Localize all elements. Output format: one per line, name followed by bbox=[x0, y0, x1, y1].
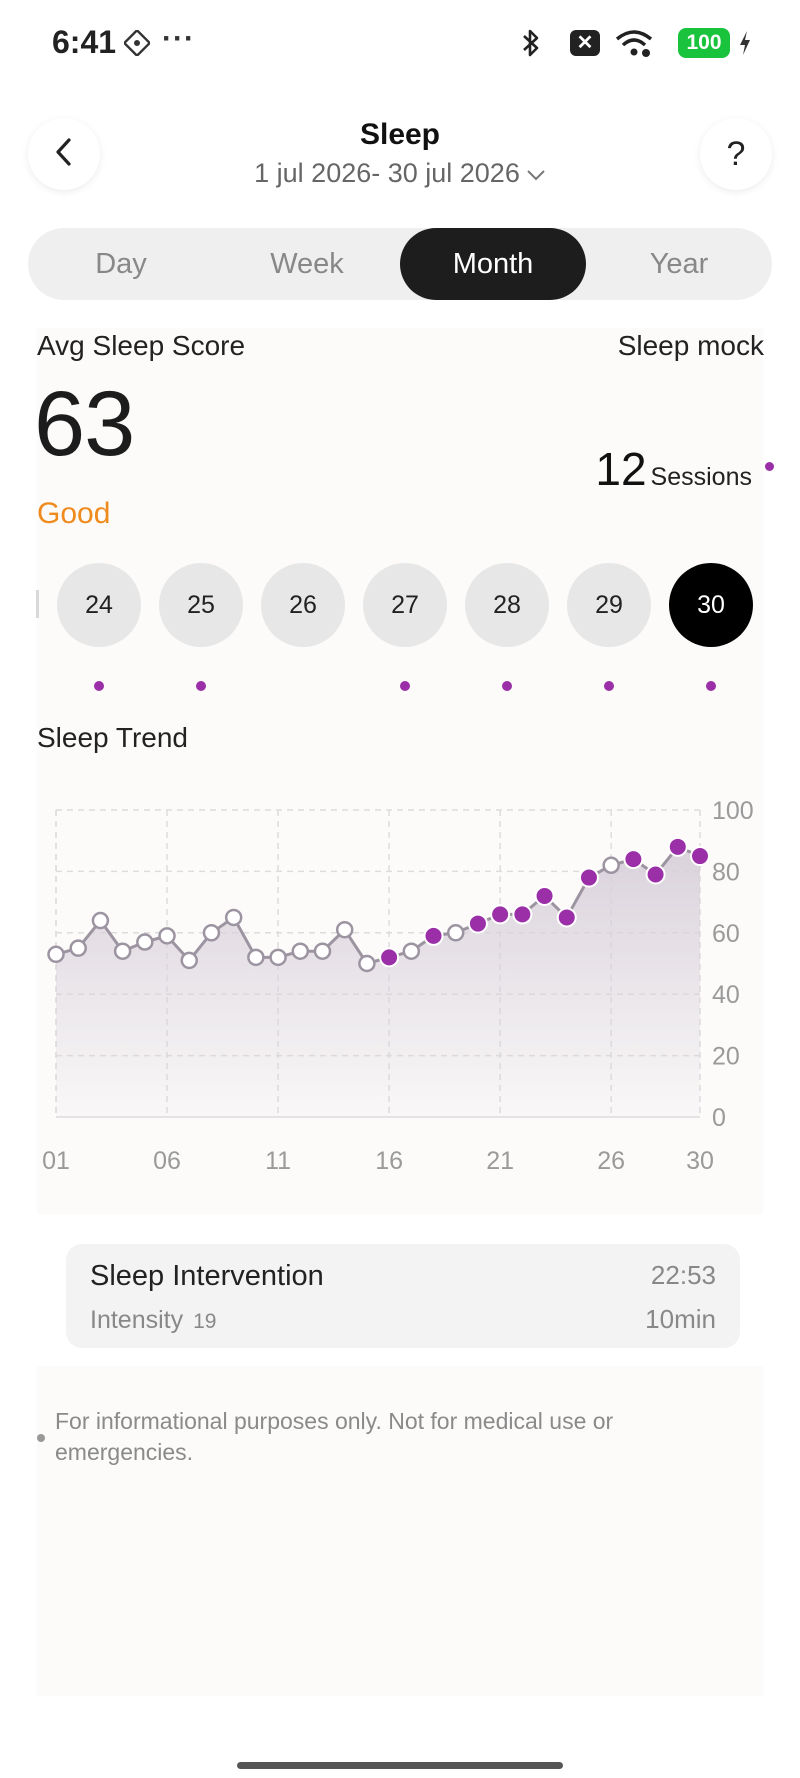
trend-point bbox=[335, 920, 354, 939]
trend-point bbox=[358, 954, 376, 973]
day-item-26[interactable]: 26 bbox=[261, 563, 345, 647]
trend-point-session bbox=[645, 864, 666, 885]
trend-point-session bbox=[690, 846, 710, 867]
help-button[interactable]: ? bbox=[700, 118, 772, 190]
day-item-24[interactable]: 24 bbox=[57, 563, 141, 647]
x-tick-label: 26 bbox=[597, 1147, 625, 1175]
trend-point bbox=[69, 939, 87, 957]
day-session-dot bbox=[400, 681, 410, 691]
tab-week[interactable]: Week bbox=[214, 228, 400, 300]
day-item-28[interactable]: 28 bbox=[465, 563, 549, 647]
disclaimer-text: For informational purposes only. Not for… bbox=[55, 1408, 614, 1465]
trend-point bbox=[402, 942, 421, 960]
y-tick-label: 40 bbox=[712, 981, 740, 1009]
status-bar: 6:41 ··· ✕ 100 bbox=[0, 0, 800, 90]
y-tick-label: 80 bbox=[712, 858, 740, 886]
trend-point-session bbox=[423, 925, 444, 946]
date-range-label: 1 jul 2026- 30 jul 2026 bbox=[254, 158, 520, 188]
x-tick-label: 06 bbox=[153, 1147, 181, 1175]
day-session-dot bbox=[706, 681, 716, 691]
trend-point-session bbox=[556, 907, 577, 928]
intensity-label: Intensity bbox=[90, 1306, 184, 1334]
intensity-value: 19 bbox=[193, 1310, 217, 1333]
x-tick-label: 11 bbox=[265, 1147, 291, 1175]
day-session-dot bbox=[94, 681, 104, 691]
intervention-title: Sleep Intervention bbox=[90, 1260, 324, 1292]
sim-icon: ✕ bbox=[570, 30, 600, 56]
page-title: Sleep bbox=[359, 118, 441, 151]
sessions-number: 12 bbox=[595, 443, 647, 495]
trend-point bbox=[136, 933, 154, 951]
trend-point bbox=[269, 948, 287, 967]
chevron-down-icon bbox=[520, 158, 546, 188]
trend-point bbox=[158, 927, 176, 945]
x-tick-label: 21 bbox=[486, 1147, 514, 1175]
trend-point-session bbox=[667, 836, 688, 857]
bluetooth-icon bbox=[520, 28, 542, 63]
trend-point bbox=[602, 856, 620, 875]
trend-point-session bbox=[623, 849, 644, 870]
sessions-count: 12 Sessions bbox=[595, 442, 774, 496]
app-notification-icon bbox=[122, 28, 152, 61]
tab-day[interactable]: Day bbox=[28, 228, 214, 300]
status-time: 6:41 bbox=[52, 24, 117, 60]
day-session-dot bbox=[502, 681, 512, 691]
day-session-dot bbox=[604, 681, 614, 691]
sleep-trend-title: Sleep Trend bbox=[37, 722, 188, 753]
trend-point bbox=[180, 951, 198, 970]
intervention-intensity: Intensity 19 bbox=[90, 1306, 216, 1335]
trend-point-session bbox=[379, 947, 400, 968]
day-session-dot bbox=[196, 681, 206, 691]
trend-point-session bbox=[512, 904, 533, 925]
disclaimer-bullet bbox=[37, 1434, 45, 1442]
sleep-trend-chart: 0 20 40 60 80 100 01 06 11 16 21 26 30 bbox=[42, 797, 754, 1175]
sleep-mode-label: Sleep mock bbox=[617, 330, 764, 361]
trend-point bbox=[247, 948, 265, 967]
day-item-29[interactable]: 29 bbox=[567, 563, 651, 647]
sleep-rating: Good bbox=[37, 497, 111, 530]
x-tick-label: 01 bbox=[42, 1147, 70, 1175]
sessions-label: Sessions bbox=[650, 463, 752, 491]
charging-icon bbox=[738, 30, 752, 61]
tab-year[interactable]: Year bbox=[586, 228, 772, 300]
trend-point-session bbox=[467, 913, 488, 934]
period-tabs: Day Week Month Year bbox=[28, 228, 772, 300]
trend-point bbox=[291, 942, 310, 960]
help-icon: ? bbox=[726, 134, 746, 173]
trend-area bbox=[56, 846, 700, 1117]
trend-point-session bbox=[534, 885, 555, 906]
y-tick-label: 20 bbox=[712, 1043, 740, 1071]
x-tick-label: 16 bbox=[375, 1147, 403, 1175]
intervention-duration: 10min bbox=[645, 1304, 716, 1334]
trend-point bbox=[91, 911, 110, 930]
day-item-27[interactable]: 27 bbox=[363, 563, 447, 647]
sleep-intervention-card[interactable]: Sleep Intervention Intensity 19 22:53 10m… bbox=[66, 1244, 740, 1348]
wifi-icon bbox=[614, 28, 654, 63]
trend-point bbox=[224, 908, 243, 927]
y-tick-label: 0 bbox=[712, 1104, 726, 1132]
status-icons: ✕ 100 bbox=[492, 26, 752, 62]
trend-point bbox=[47, 945, 65, 964]
trend-point-session bbox=[578, 867, 599, 888]
x-tick-label: 30 bbox=[686, 1147, 714, 1175]
day-item-partial bbox=[36, 590, 39, 618]
trend-point bbox=[446, 924, 465, 942]
home-indicator[interactable] bbox=[237, 1762, 563, 1769]
trend-point bbox=[313, 942, 332, 960]
day-item-25[interactable]: 25 bbox=[159, 563, 243, 647]
trend-point bbox=[202, 924, 221, 942]
y-tick-label: 100 bbox=[712, 797, 754, 825]
date-range-selector[interactable]: 1 jul 2026- 30 jul 2026 bbox=[0, 158, 800, 189]
intervention-time: 22:53 bbox=[650, 1260, 716, 1290]
more-notifications-icon: ··· bbox=[162, 22, 195, 55]
trend-point-session bbox=[490, 904, 511, 925]
sessions-legend-dot bbox=[765, 462, 774, 471]
battery-icon: 100 bbox=[678, 28, 730, 58]
tab-month[interactable]: Month bbox=[400, 228, 586, 300]
trend-point bbox=[113, 942, 132, 960]
avg-sleep-score-value: 63 bbox=[34, 373, 135, 475]
y-tick-label: 60 bbox=[712, 920, 740, 948]
day-item-30[interactable]: 30 bbox=[669, 563, 753, 647]
avg-sleep-score-label: Avg Sleep Score bbox=[37, 330, 246, 361]
